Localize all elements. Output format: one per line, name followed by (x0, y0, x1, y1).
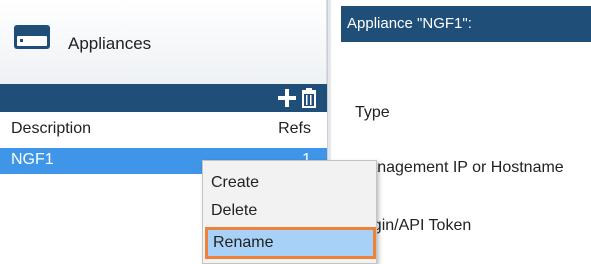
panel-title: Appliances (68, 34, 152, 53)
appliance-detail-header: Appliance "NGF1": (341, 6, 591, 42)
appliance-box-icon (14, 25, 50, 49)
menu-item-rename[interactable]: Rename (205, 227, 376, 259)
management-label: Management IP or Hostname (355, 159, 564, 176)
type-label: Type (355, 104, 390, 121)
menu-item-delete[interactable]: Delete (211, 202, 257, 220)
trash-icon[interactable] (298, 86, 320, 110)
panel-header: Appliances (0, 0, 327, 84)
context-menu: Create Delete Rename (202, 160, 377, 264)
row-description: NGF1 (11, 151, 54, 168)
column-description[interactable]: Description (11, 120, 91, 138)
column-refs[interactable]: Refs (278, 120, 311, 138)
appliances-toolbar (0, 84, 327, 112)
column-header: Description Refs (0, 112, 327, 148)
menu-item-create[interactable]: Create (211, 174, 259, 192)
plus-icon[interactable] (276, 86, 298, 110)
